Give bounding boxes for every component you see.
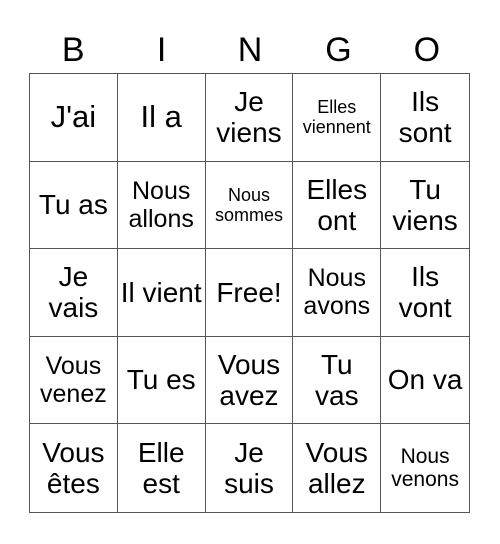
bingo-cell[interactable]: Vous venez (30, 336, 118, 425)
bingo-cell[interactable]: Nous venons (381, 424, 469, 512)
bingo-cell[interactable]: Nous allons (117, 161, 206, 250)
header-letter-b: B (61, 31, 85, 69)
bingo-cell[interactable]: On va (381, 337, 469, 425)
bingo-cell[interactable]: Nous sommes (205, 161, 294, 250)
bingo-cell[interactable]: Elles ont (293, 161, 382, 250)
bingo-cell[interactable]: Elles viennent (293, 74, 382, 162)
bingo-cell[interactable]: Tu vas (293, 336, 382, 425)
free-space-cell[interactable]: Free! (205, 249, 294, 337)
header-letter-o: O (413, 31, 441, 69)
bingo-cell[interactable]: Ils vont (381, 249, 469, 337)
bingo-cell[interactable]: Tu as (30, 161, 118, 250)
bingo-cell[interactable]: Ils sont (381, 74, 469, 162)
bingo-card-grid: J'ai Il a Je viens Elles viennent Ils sont Tu… (29, 73, 470, 513)
bingo-cell[interactable]: Tu viens (381, 162, 469, 250)
bingo-cell[interactable]: Il vient (117, 249, 206, 337)
bingo-cell[interactable]: Il a (117, 74, 206, 162)
header-letter-i: I (156, 31, 167, 69)
bingo-cell[interactable]: Nous avons (293, 249, 382, 337)
header-letter-g: G (325, 31, 352, 69)
bingo-cell[interactable]: Je viens (205, 74, 294, 162)
bingo-cell[interactable]: J'ai (30, 74, 118, 162)
bingo-cell[interactable]: Je vais (30, 249, 118, 337)
header-letter-n: N (237, 31, 263, 69)
bingo-cell[interactable]: Vous êtes (30, 424, 118, 512)
bingo-header: B I N G O (29, 28, 471, 72)
bingo-cell[interactable]: Je suis (206, 424, 294, 512)
bingo-cell[interactable]: Vous avez (205, 336, 294, 425)
bingo-cell[interactable]: Elle est (118, 424, 206, 512)
bingo-cell[interactable]: Vous allez (293, 424, 382, 512)
bingo-cell[interactable]: Tu es (117, 336, 206, 425)
